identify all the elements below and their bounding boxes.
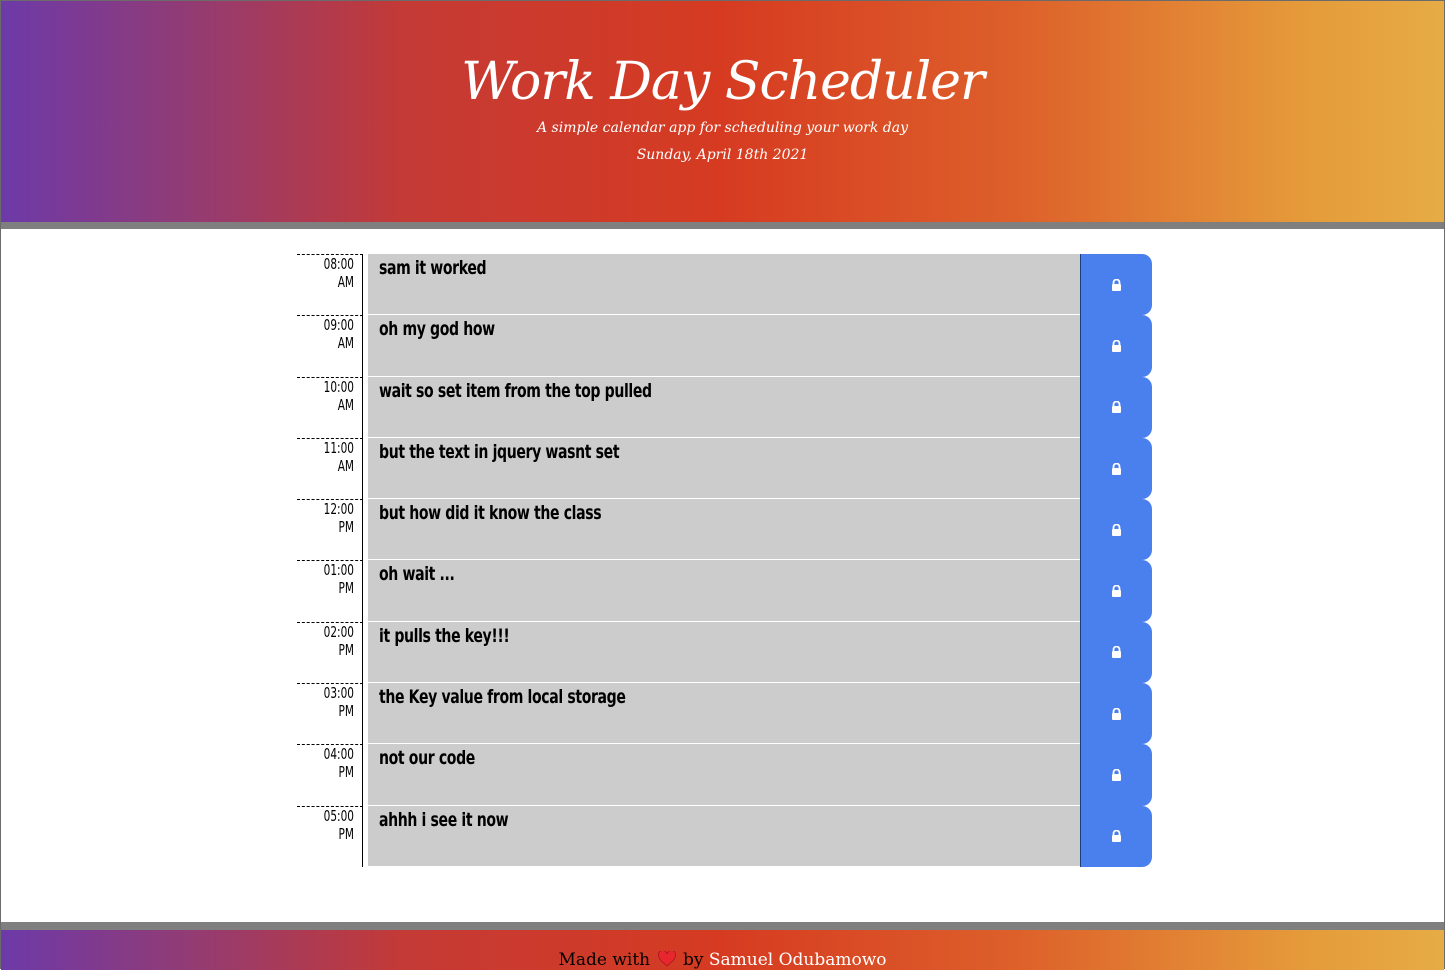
save-button[interactable] <box>1080 560 1152 622</box>
time-block: 03:00 PM the Key value from local storag… <box>297 683 1152 745</box>
description-textarea[interactable]: oh my god how <box>368 315 1080 377</box>
hour-label: 02:00 PM <box>297 621 363 684</box>
lock-icon <box>1112 646 1121 659</box>
lock-icon <box>1112 462 1121 475</box>
hour-label: 04:00 PM <box>297 744 363 806</box>
time-block: 01:00 PM oh wait ... <box>297 560 1152 622</box>
current-day: Sunday, April 18th 2021 <box>636 147 809 163</box>
lock-icon <box>1112 585 1121 598</box>
author-name: Samuel Odubamowo <box>708 950 887 970</box>
description-textarea[interactable]: not our code <box>368 744 1080 806</box>
lock-icon <box>1112 339 1121 352</box>
save-button[interactable] <box>1080 744 1152 806</box>
save-button[interactable] <box>1080 499 1152 561</box>
hour-label: 01:00 PM <box>297 560 363 622</box>
page-title: Work Day Scheduler <box>461 52 985 112</box>
time-block: 12:00 PM but how did it know the class <box>297 499 1152 561</box>
time-block: 08:00 AM sam it worked <box>297 254 1152 316</box>
description-textarea[interactable]: but the text in jquery wasnt set <box>368 437 1080 500</box>
page-subtitle: A simple calendar app for scheduling you… <box>536 120 908 136</box>
header-divider <box>1 222 1444 229</box>
header: Work Day Scheduler A simple calendar app… <box>1 1 1444 222</box>
lock-icon <box>1112 707 1121 720</box>
lock-icon <box>1112 401 1121 414</box>
time-block: 04:00 PM not our code <box>297 744 1152 806</box>
lock-icon <box>1112 769 1121 782</box>
lock-icon <box>1112 278 1121 291</box>
lock-icon <box>1112 830 1121 843</box>
time-block: 09:00 AM oh my god how <box>297 315 1152 377</box>
footer: Made with by Samuel Odubamowo <box>1 930 1444 970</box>
hour-label: 09:00 AM <box>297 315 363 377</box>
description-textarea[interactable]: it pulls the key!!! <box>368 621 1080 684</box>
hour-label: 05:00 PM <box>297 805 363 867</box>
save-button[interactable] <box>1080 376 1152 438</box>
time-block: 05:00 PM ahhh i see it now <box>297 805 1152 867</box>
footer-made-with: Made with <box>558 950 651 970</box>
description-textarea[interactable]: sam it worked <box>368 254 1080 316</box>
description-textarea[interactable]: the Key value from local storage <box>368 683 1080 745</box>
hour-label: 12:00 PM <box>297 499 363 561</box>
description-textarea[interactable]: oh wait ... <box>368 560 1080 622</box>
save-button[interactable] <box>1080 621 1152 684</box>
description-textarea[interactable]: but how did it know the class <box>368 499 1080 561</box>
hour-label: 08:00 AM <box>297 254 363 316</box>
lock-icon <box>1112 523 1121 536</box>
hour-label: 10:00 AM <box>297 376 363 438</box>
time-block: 02:00 PM it pulls the key!!! <box>297 621 1152 684</box>
footer-divider <box>1 922 1444 930</box>
footer-by: by <box>682 950 704 970</box>
time-block: 10:00 AM wait so set item from the top p… <box>297 376 1152 438</box>
time-block: 11:00 AM but the text in jquery wasnt se… <box>297 437 1152 500</box>
save-button[interactable] <box>1080 805 1152 867</box>
description-textarea[interactable]: ahhh i see it now <box>368 805 1080 867</box>
hour-label: 03:00 PM <box>297 683 363 745</box>
save-button[interactable] <box>1080 254 1152 316</box>
description-textarea[interactable]: wait so set item from the top pulled <box>368 376 1080 438</box>
hour-label: 11:00 AM <box>297 437 363 500</box>
save-button[interactable] <box>1080 315 1152 377</box>
heart-icon <box>657 951 676 967</box>
time-block-list: 08:00 AM sam it worked 09:00 AM oh my go… <box>297 254 1152 867</box>
save-button[interactable] <box>1080 683 1152 745</box>
save-button[interactable] <box>1080 437 1152 500</box>
